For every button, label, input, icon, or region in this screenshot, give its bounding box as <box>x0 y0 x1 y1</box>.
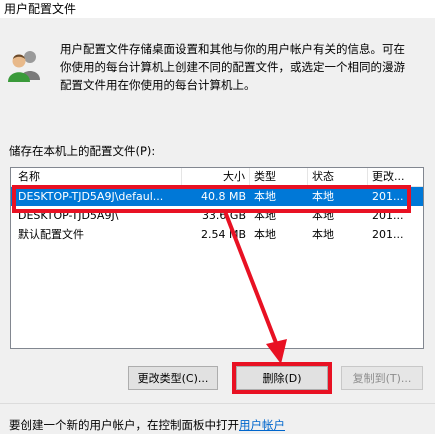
change-type-button[interactable]: 更改类型(C)... <box>128 366 218 390</box>
column-header-size[interactable]: 大小 <box>182 168 250 186</box>
footer-text: 要创建一个新的用户帐户，在控制面板中打开用户帐户 <box>9 417 285 433</box>
column-header-status[interactable]: 状态 <box>308 168 368 186</box>
window-title-text: 用户配置文件 <box>4 2 77 16</box>
row-name: DESKTOP-TJD5A9J\defaul... <box>18 190 164 203</box>
copy-to-button[interactable]: 复制到(T)... <box>341 366 423 390</box>
table-row[interactable]: 默认配置文件 2.54 MB 本地 本地 201... <box>11 225 423 244</box>
delete-button[interactable]: 删除(D) <box>232 362 332 394</box>
divider <box>0 403 435 404</box>
list-header: 名称 大小 类型 状态 更改... <box>11 168 423 187</box>
row-modified: 201... <box>372 209 404 222</box>
user-accounts-link[interactable]: 用户帐户 <box>239 418 285 432</box>
row-modified: 201... <box>372 228 404 241</box>
users-icon <box>8 51 40 82</box>
row-size: 2.54 MB <box>200 228 246 241</box>
window-title: 用户配置文件 <box>0 0 435 18</box>
row-status: 本地 <box>312 209 334 222</box>
profile-list-label: 储存在本机上的配置文件(P): <box>9 144 156 158</box>
table-row[interactable]: DESKTOP-TJD5A9J\defaul... 40.8 MB 本地 本地 … <box>11 187 423 206</box>
row-name: DESKTOP-TJD5A9J\ <box>18 209 119 222</box>
row-type: 本地 <box>254 228 276 241</box>
description-text: 用户配置文件存储桌面设置和其他与你的用户帐户有关的信息。可在 你使用的每台计算机… <box>60 42 405 92</box>
row-type: 本地 <box>254 209 276 222</box>
row-status: 本地 <box>312 190 334 203</box>
row-name: 默认配置文件 <box>18 228 84 241</box>
column-header-modified[interactable]: 更改... <box>368 168 423 186</box>
profile-list[interactable]: 名称 大小 类型 状态 更改... DESKTOP-TJD5A9J\defaul… <box>10 167 424 349</box>
row-size: 40.8 MB <box>200 190 246 203</box>
row-size: 33.6 GB <box>201 209 246 222</box>
row-type: 本地 <box>254 190 276 203</box>
row-status: 本地 <box>312 228 334 241</box>
footer-label: 要创建一个新的用户帐户，在控制面板中打开 <box>9 418 239 432</box>
row-modified: 201... <box>372 190 404 203</box>
column-header-name[interactable]: 名称 <box>14 168 182 186</box>
table-row[interactable]: DESKTOP-TJD5A9J\ 33.6 GB 本地 本地 201... <box>11 206 423 225</box>
column-header-type[interactable]: 类型 <box>250 168 308 186</box>
